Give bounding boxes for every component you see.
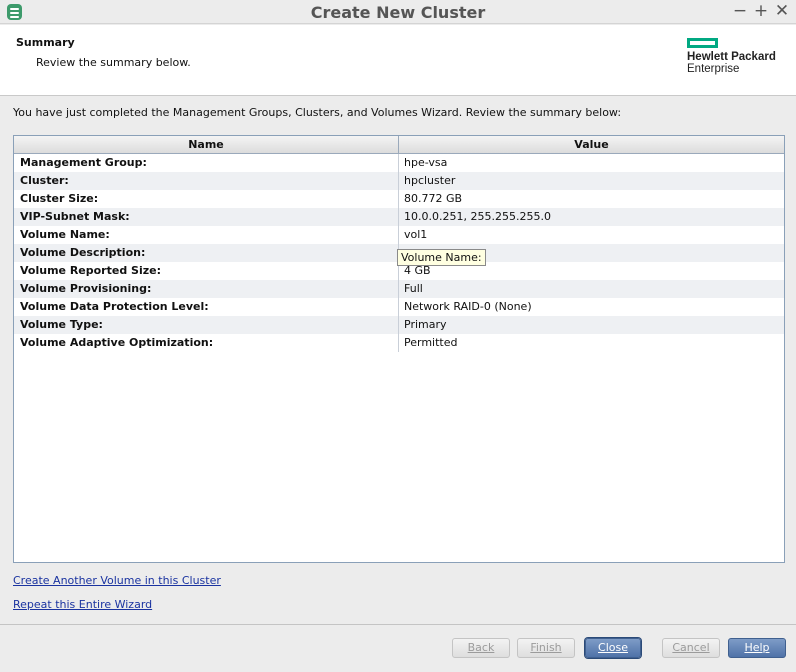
create-another-volume-link[interactable]: Create Another Volume in this Cluster: [13, 574, 221, 587]
row-value-cell: 80.772 GB: [404, 192, 463, 205]
page-title: Summary: [16, 36, 75, 49]
row-name-cell: Volume Description:: [20, 246, 146, 259]
hpe-logo-mark: [687, 38, 718, 48]
table-row[interactable]: Volume Type: Primary: [14, 316, 784, 334]
wizard-footer: Back Finish Close Cancel Help: [0, 624, 796, 668]
hpe-logo: Hewlett Packard Enterprise: [687, 38, 776, 75]
row-value-cell: Full: [404, 282, 423, 295]
intro-text: You have just completed the Management G…: [13, 106, 622, 119]
table-row[interactable]: Cluster: hpcluster: [14, 172, 784, 190]
row-name-cell: Cluster:: [20, 174, 69, 187]
back-button[interactable]: Back: [452, 638, 510, 658]
row-value-cell: hpcluster: [404, 174, 456, 187]
help-button[interactable]: Help: [728, 638, 786, 658]
back-button-label: Back: [467, 641, 495, 654]
row-value-cell: Primary: [404, 318, 447, 331]
window-title: Create New Cluster: [310, 3, 486, 22]
page-subtitle: Review the summary below.: [36, 56, 191, 69]
hpe-logo-enterprise: Enterprise: [687, 63, 740, 75]
table-row[interactable]: Management Group: hpe-vsa: [14, 154, 784, 172]
row-value-cell: Network RAID-0 (None): [404, 300, 532, 313]
row-name-cell: Management Group:: [20, 156, 147, 169]
row-name-cell: Volume Data Protection Level:: [20, 300, 209, 313]
row-name-cell: VIP-Subnet Mask:: [20, 210, 130, 223]
row-name-cell: Volume Name:: [20, 228, 110, 241]
cell-divider: [398, 154, 399, 172]
table-row[interactable]: Volume Name: vol1: [14, 226, 784, 244]
row-value-cell: hpe-vsa: [404, 156, 448, 169]
column-header-value[interactable]: Value: [399, 138, 784, 151]
table-row[interactable]: Cluster Size: 80.772 GB: [14, 190, 784, 208]
cell-divider: [398, 280, 399, 298]
table-row[interactable]: Volume Adaptive Optimization: Permitted: [14, 334, 784, 352]
tooltip: Volume Name:: [397, 249, 486, 266]
cell-divider: [398, 298, 399, 316]
table-row[interactable]: VIP-Subnet Mask: 10.0.0.251, 255.255.255.…: [14, 208, 784, 226]
wizard-header: Summary Review the summary below. Hewlet…: [0, 25, 796, 96]
row-value-cell: Permitted: [404, 336, 458, 349]
cancel-button-label: Cancel: [672, 641, 710, 654]
table-row[interactable]: Volume Provisioning: Full: [14, 280, 784, 298]
help-button-label: Help: [744, 641, 770, 654]
cancel-button[interactable]: Cancel: [662, 638, 720, 658]
close-window-icon[interactable]: ✕: [774, 2, 790, 20]
title-bar: Create New Cluster − + ✕: [0, 0, 796, 24]
row-name-cell: Volume Provisioning:: [20, 282, 152, 295]
cell-divider: [398, 172, 399, 190]
table-row[interactable]: Volume Data Protection Level: Network RAI…: [14, 298, 784, 316]
cell-divider: [398, 316, 399, 334]
close-button[interactable]: Close: [585, 638, 641, 658]
row-value-cell: vol1: [404, 228, 428, 241]
cell-divider: [398, 226, 399, 244]
close-button-label: Close: [598, 641, 628, 654]
summary-table: Name Value Management Group: hpe-vsa Clust…: [13, 135, 785, 563]
minimize-icon[interactable]: −: [732, 2, 748, 20]
repeat-wizard-link[interactable]: Repeat this Entire Wizard: [13, 598, 152, 611]
cell-divider: [398, 334, 399, 352]
maximize-icon[interactable]: +: [753, 2, 769, 20]
column-header-name[interactable]: Name: [14, 138, 398, 151]
row-name-cell: Volume Reported Size:: [20, 264, 161, 277]
cell-divider: [398, 208, 399, 226]
row-name-cell: Cluster Size:: [20, 192, 99, 205]
row-value-cell: 10.0.0.251, 255.255.255.0: [404, 210, 551, 223]
cell-divider: [398, 190, 399, 208]
row-name-cell: Volume Adaptive Optimization:: [20, 336, 214, 349]
hpe-logo-name: Hewlett Packard: [687, 51, 776, 63]
finish-button[interactable]: Finish: [517, 638, 575, 658]
finish-button-label: Finish: [530, 641, 562, 654]
row-name-cell: Volume Type:: [20, 318, 103, 331]
table-header: Name Value: [14, 136, 784, 154]
